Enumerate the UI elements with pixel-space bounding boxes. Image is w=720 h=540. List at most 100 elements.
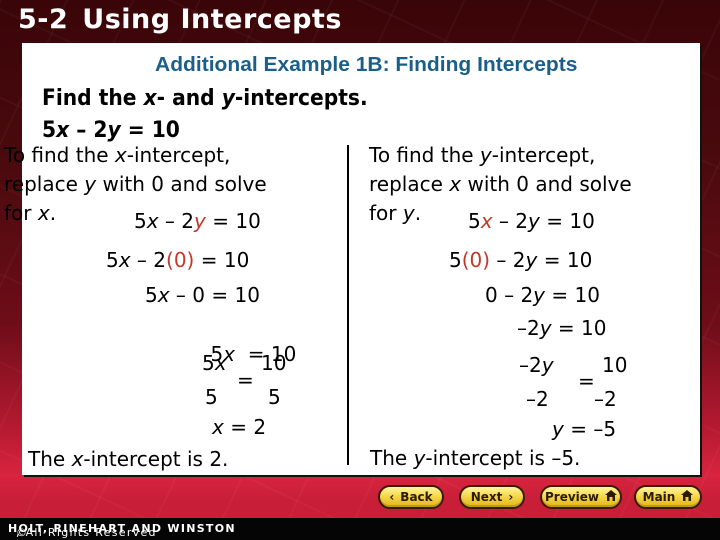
text: 0 – 2 [485,283,534,307]
rights-text: , All Rights Reserved [16,526,157,539]
highlight-var: y [194,209,206,233]
given-equation: 5x – 2y = 10 [42,118,180,143]
text: – 0 = 10 [169,283,260,307]
y-step-4: –2y = 10 [517,316,607,340]
preview-button[interactable]: Preview [540,485,622,509]
eq-var-x: x [56,118,70,143]
y-step-2: 5(0) – 2y = 10 [449,248,592,272]
prompt-var-y: y [221,86,235,111]
lesson-title: Using Intercepts [82,4,342,35]
var: y [402,201,415,225]
y-instruction-line2: replace x with 0 and solve [369,172,632,196]
highlight-sub: (0) [166,248,195,272]
x-result: x = 2 [212,415,266,439]
var: y [479,143,492,167]
var: y [533,283,546,307]
text: – 2 [490,248,526,272]
var: y [541,353,554,377]
text: – 2 [158,209,195,233]
text: replace [369,172,450,196]
chevron-right-icon: › [508,490,514,504]
prompt-var-x: x [143,86,157,111]
y-result: y = –5 [552,417,616,441]
var: y [528,209,540,233]
text: = 10 [205,209,261,233]
home-icon [681,490,694,504]
text: = –5 [563,417,617,441]
var: y [539,316,552,340]
text: . [414,201,422,225]
var: x [449,172,462,196]
eq-var-y: y [107,118,121,143]
text: – 2 [492,209,529,233]
text: To find the [369,143,480,167]
y-frac-equals: = [578,369,595,393]
main-label: Main [642,490,676,504]
y-step-1: 5x – 2y = 10 [468,209,595,233]
x-instruction-line2: replace y with 0 and solve [4,172,267,196]
var: y [525,248,538,272]
text: -intercept is –5. [425,446,581,470]
x-frac-den-left: 5 [205,385,218,409]
home-icon [605,490,617,504]
prompt-text: -intercepts. [234,86,368,111]
preview-label: Preview [544,490,599,504]
text: = 10 [537,248,593,272]
text: replace [4,172,85,196]
x-step-3: 5x – 0 = 10 [145,283,260,307]
y-frac-num-right: 10 [602,353,628,377]
x-instruction-line3: for x. [4,201,56,225]
text: = 10 [539,209,595,233]
text: for [4,201,38,225]
next-button[interactable]: Next › [459,485,525,509]
text: 5 [468,209,481,233]
text: = 10 [194,248,250,272]
text: -intercept is 2. [83,447,229,471]
text: with 0 and solve [96,172,267,196]
x-frac-num-left: 5x [202,351,227,375]
text: -intercept, [491,143,596,167]
y-step-3: 0 – 2y = 10 [485,283,600,307]
text: 5 [145,283,158,307]
column-divider [347,145,349,465]
text: – 2 [130,248,167,272]
text: . [49,201,57,225]
content-panel: Additional Example 1B: Finding Intercept… [4,43,700,475]
back-button[interactable]: ‹ Back [378,485,444,509]
text: 5 [202,351,215,375]
x-conclusion: The x-intercept is 2. [28,447,228,471]
next-label: Next [470,490,503,504]
var: y [552,417,564,441]
main-button[interactable]: Main [634,485,702,509]
text: The [28,447,72,471]
var: x [118,248,131,272]
chevron-left-icon: ‹ [389,490,395,504]
y-frac-num-left: –2y [519,353,554,377]
highlight-var: x [480,209,493,233]
y-frac-den-right: –2 [594,387,617,411]
text: -intercept, [126,143,231,167]
problem-prompt: Find the x- and y-intercepts. [42,86,368,111]
eq-part: = 10 [120,118,180,143]
highlight-sub: (0) [461,248,491,272]
var: x [212,415,224,439]
y-instruction-line1: To find the y-intercept, [369,143,595,167]
var: x [157,283,170,307]
eq-part: 5 [42,118,57,143]
var: x [146,209,159,233]
x-instruction-line1: To find the x-intercept, [4,143,230,167]
prompt-text: Find the [42,86,144,111]
text: 5 [449,248,462,272]
text: with 0 and solve [461,172,632,196]
var: x [37,201,50,225]
copyright-footer: © HOLT, RINEHART AND WINSTON, All Rights… [0,518,720,540]
text: To find the [4,143,115,167]
x-frac-den-right: 5 [268,385,281,409]
var: x [71,447,84,471]
text: 5 [106,248,119,272]
copyright-text: © HOLT, RINEHART AND WINSTON, All Rights… [8,522,236,539]
back-label: Back [400,490,433,504]
slide-header: 5-2 Using Intercepts [18,4,342,35]
text: –2 [517,316,540,340]
y-conclusion: The y-intercept is –5. [370,446,580,470]
